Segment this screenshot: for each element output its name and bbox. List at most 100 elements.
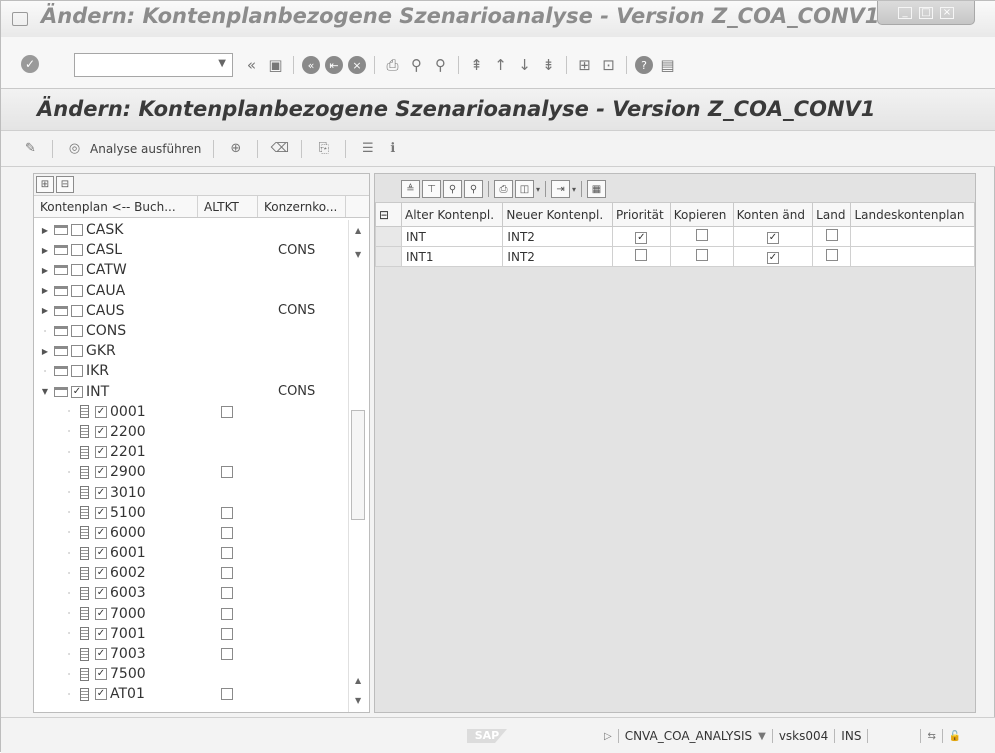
last-page-icon[interactable]: ⇟ — [539, 56, 558, 75]
exit-icon[interactable]: ⇤ — [325, 56, 343, 74]
altkt-checkbox[interactable] — [220, 506, 233, 519]
tree-checkbox[interactable]: ✓ — [95, 446, 107, 459]
tree-row[interactable]: · ✓ 7000 — [34, 604, 348, 624]
tree-checkbox[interactable]: ✓ — [95, 668, 107, 681]
tree-row[interactable]: · ✓ 6001 — [34, 543, 348, 563]
tree-checkbox[interactable] — [71, 284, 83, 297]
tree-scrollbar[interactable]: ▲ ▼ ▲ ▼ — [348, 220, 368, 712]
history-back-icon[interactable]: « — [242, 56, 261, 75]
tree-checkbox[interactable]: ✓ — [95, 466, 107, 479]
save-icon[interactable]: ▣ — [266, 56, 285, 75]
konten_aend-checkbox[interactable]: ✓ — [766, 232, 779, 244]
tree-checkbox[interactable]: ✓ — [95, 547, 107, 560]
tree-row[interactable]: · ✓ 7001 — [34, 624, 348, 644]
tree-row[interactable]: ▶ CATW — [34, 260, 348, 280]
grid-column-header[interactable]: Priorität — [612, 202, 671, 227]
tree-row[interactable]: · ✓ 5100 — [34, 503, 348, 523]
collapse-icon[interactable]: ▼ — [40, 387, 50, 396]
tree-checkbox[interactable]: ✓ — [95, 607, 107, 620]
altkt-checkbox[interactable] — [220, 627, 233, 640]
cell-landeskontenplan[interactable] — [850, 246, 975, 267]
copy-icon[interactable]: ⎘ — [314, 139, 333, 158]
enter-icon[interactable]: ✓ — [21, 55, 39, 73]
tree-checkbox[interactable] — [71, 244, 83, 257]
konten_aend-checkbox[interactable]: ✓ — [766, 252, 779, 264]
tree-row[interactable]: ▼ ✓ INT CONS — [34, 382, 348, 402]
tree-checkbox[interactable] — [71, 264, 83, 277]
filter-icon[interactable]: ⊤ — [422, 180, 441, 198]
tree-row[interactable]: · ✓ 6003 — [34, 583, 348, 603]
maximize-icon[interactable]: □ — [919, 6, 933, 19]
tree-row[interactable]: · ✓ 3010 — [34, 482, 348, 502]
row-selector[interactable] — [375, 226, 402, 247]
cancel-icon[interactable]: × — [348, 56, 366, 74]
grid-column-header[interactable]: Landeskontenplan — [850, 202, 975, 227]
previous-page-icon[interactable]: ↑ — [491, 56, 510, 75]
first-page-icon[interactable]: ⇞ — [467, 56, 486, 75]
table-row[interactable]: INT INT2 ✓ ✓ — [375, 226, 975, 247]
kopieren-checkbox[interactable] — [695, 229, 708, 241]
tree-row[interactable]: ▶ CAUS CONS — [34, 301, 348, 321]
export-icon[interactable]: ⇥ — [551, 180, 571, 198]
collapse-all-icon[interactable]: ⊟ — [56, 176, 74, 193]
tree-row[interactable]: · ✓ AT01 — [34, 684, 348, 704]
tree-checkbox[interactable]: ✓ — [95, 425, 107, 438]
info-icon[interactable]: ℹ — [383, 139, 402, 158]
tree-row[interactable]: ▶ GKR — [34, 341, 348, 361]
views-icon[interactable]: ◫ — [515, 180, 534, 198]
shortcut-icon[interactable]: ⊡ — [599, 56, 618, 75]
altkt-checkbox[interactable] — [220, 587, 233, 600]
scroll-up-icon[interactable]: ▲ — [355, 676, 361, 685]
app-menu-icon[interactable] — [12, 12, 28, 26]
grid-column-header[interactable]: Kopieren — [669, 202, 734, 227]
altkt-checkbox[interactable] — [220, 405, 233, 418]
print-icon[interactable]: ⎙ — [383, 56, 402, 75]
expand-all-icon[interactable]: ⊞ — [36, 176, 54, 193]
tree-checkbox[interactable]: ✓ — [95, 486, 107, 499]
tree-row[interactable]: ▶ CASL CONS — [34, 240, 348, 260]
tree-checkbox[interactable]: ✓ — [95, 526, 107, 539]
altkt-checkbox[interactable] — [220, 567, 233, 580]
cell-landeskontenplan[interactable] — [850, 226, 975, 247]
altkt-checkbox[interactable] — [220, 547, 233, 560]
grid-column-header[interactable]: Land — [812, 202, 852, 227]
altkt-checkbox[interactable] — [220, 607, 233, 620]
tree-checkbox[interactable]: ✓ — [95, 688, 107, 701]
row-selector[interactable] — [375, 246, 402, 267]
grid-column-header[interactable]: Alter Kontenpl. — [400, 202, 504, 227]
tree-row[interactable]: · ✓ 0001 — [34, 402, 348, 422]
tree-row[interactable]: ▶ CASK — [34, 220, 348, 240]
tree-checkbox[interactable]: ✓ — [95, 405, 107, 418]
grid-column-header[interactable]: Neuer Kontenpl. — [502, 202, 613, 227]
altkt-checkbox[interactable] — [220, 526, 233, 539]
input-mode[interactable]: INS — [841, 729, 861, 743]
delete-icon[interactable]: ⌫ — [270, 139, 289, 158]
find-icon[interactable]: ⚲ — [443, 180, 462, 198]
altkt-checkbox[interactable] — [220, 466, 233, 479]
cell-alter[interactable]: INT — [400, 226, 504, 247]
expand-icon[interactable]: ▶ — [40, 347, 50, 356]
back-icon[interactable]: « — [302, 56, 320, 74]
altkt-checkbox[interactable] — [220, 688, 233, 701]
expand-icon[interactable]: ▶ — [40, 286, 50, 295]
tree-row[interactable]: · ✓ 6000 — [34, 523, 348, 543]
views-dropdown-icon[interactable]: ▾ — [536, 185, 540, 194]
tree-row[interactable]: · ✓ 7003 — [34, 644, 348, 664]
command-field[interactable]: ▼ — [74, 53, 233, 77]
tree-column-header[interactable]: Konzernko... — [258, 196, 346, 217]
tree-checkbox[interactable] — [71, 365, 83, 378]
find-next-icon[interactable]: ⚲ — [431, 56, 450, 75]
scroll-down-icon[interactable]: ▼ — [355, 696, 361, 705]
tree-checkbox[interactable] — [71, 345, 83, 358]
scroll-up-icon[interactable]: ▲ — [355, 226, 361, 235]
land-checkbox[interactable] — [825, 229, 838, 241]
help-icon[interactable]: ? — [635, 56, 653, 74]
layout-icon[interactable]: ▦ — [587, 180, 607, 198]
tree-row[interactable]: · ✓ 2900 — [34, 462, 348, 482]
scroll-thumb[interactable] — [351, 410, 365, 520]
export-dropdown-icon[interactable]: ▾ — [572, 185, 576, 194]
tree-row[interactable]: · ✓ 6002 — [34, 563, 348, 583]
cell-neuer[interactable]: INT2 — [502, 246, 613, 267]
scroll-down-icon[interactable]: ▼ — [355, 250, 361, 259]
land-checkbox[interactable] — [825, 249, 838, 261]
